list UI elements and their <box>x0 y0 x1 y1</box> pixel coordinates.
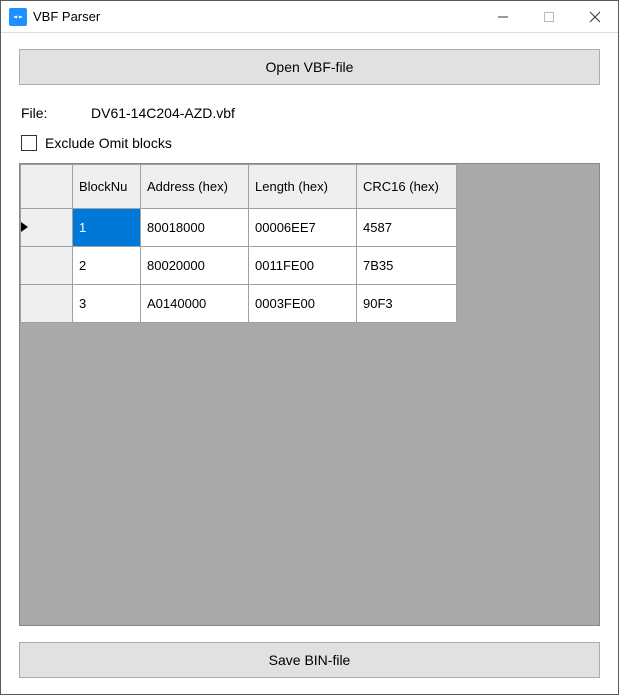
row-filler <box>457 247 600 285</box>
col-filler <box>457 165 600 209</box>
open-vbf-button[interactable]: Open VBF-file <box>19 49 600 85</box>
cell-crc16[interactable]: 4587 <box>357 209 457 247</box>
row-header[interactable] <box>21 285 73 323</box>
col-header-address[interactable]: Address (hex) <box>141 165 249 209</box>
exclude-omit-checkbox[interactable]: Exclude Omit blocks <box>21 135 600 151</box>
grid-corner <box>21 165 73 209</box>
row-filler <box>457 285 600 323</box>
table-row[interactable]: 18001800000006EE74587 <box>21 209 600 247</box>
content-area: Open VBF-file File: DV61-14C204-AZD.vbf … <box>1 33 618 694</box>
file-label: File: <box>21 105 91 121</box>
cell-length[interactable]: 00006EE7 <box>249 209 357 247</box>
cell-blocknum[interactable]: 3 <box>73 285 141 323</box>
checkbox-box[interactable] <box>21 135 37 151</box>
col-header-length[interactable]: Length (hex) <box>249 165 357 209</box>
cell-length[interactable]: 0011FE00 <box>249 247 357 285</box>
file-value: DV61-14C204-AZD.vbf <box>91 105 235 121</box>
app-icon <box>9 8 27 26</box>
col-header-blocknum[interactable]: BlockNu <box>73 165 141 209</box>
row-header[interactable] <box>21 209 73 247</box>
table-row[interactable]: 3A01400000003FE0090F3 <box>21 285 600 323</box>
window-title: VBF Parser <box>33 9 100 24</box>
table-row[interactable]: 2800200000011FE007B35 <box>21 247 600 285</box>
close-button[interactable] <box>572 1 618 33</box>
exclude-omit-label: Exclude Omit blocks <box>45 135 172 151</box>
row-filler <box>457 209 600 247</box>
blocks-grid[interactable]: BlockNu Address (hex) Length (hex) CRC16… <box>19 163 600 626</box>
cell-blocknum[interactable]: 1 <box>73 209 141 247</box>
cell-blocknum[interactable]: 2 <box>73 247 141 285</box>
cell-address[interactable]: A0140000 <box>141 285 249 323</box>
row-header[interactable] <box>21 247 73 285</box>
minimize-button[interactable] <box>480 1 526 33</box>
file-info-row: File: DV61-14C204-AZD.vbf <box>21 105 600 121</box>
maximize-button[interactable] <box>526 1 572 33</box>
save-bin-button[interactable]: Save BIN-file <box>19 642 600 678</box>
current-row-marker-icon <box>21 222 28 232</box>
cell-crc16[interactable]: 90F3 <box>357 285 457 323</box>
cell-address[interactable]: 80020000 <box>141 247 249 285</box>
col-header-crc16[interactable]: CRC16 (hex) <box>357 165 457 209</box>
cell-crc16[interactable]: 7B35 <box>357 247 457 285</box>
grid-header-row: BlockNu Address (hex) Length (hex) CRC16… <box>21 165 600 209</box>
titlebar: VBF Parser <box>1 1 618 33</box>
cell-address[interactable]: 80018000 <box>141 209 249 247</box>
cell-length[interactable]: 0003FE00 <box>249 285 357 323</box>
